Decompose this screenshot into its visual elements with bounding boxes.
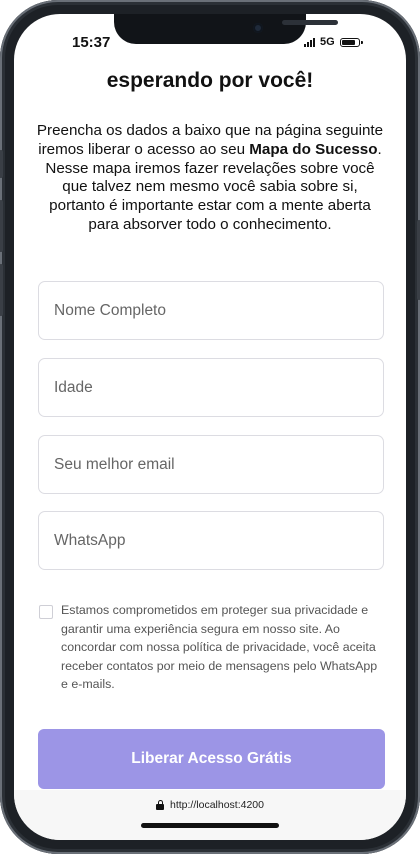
whatsapp-field[interactable]	[38, 511, 384, 570]
signal-icon	[304, 37, 315, 47]
consent-checkbox[interactable]	[39, 605, 53, 619]
lock-icon	[156, 800, 164, 810]
network-label: 5G	[320, 36, 335, 48]
screen: esperando por você! Preencha os dados a …	[14, 14, 406, 840]
email-input[interactable]	[52, 454, 383, 475]
status-time: 15:37	[72, 34, 111, 51]
age-field[interactable]	[38, 358, 384, 417]
email-field[interactable]	[38, 435, 384, 494]
intro-paragraph: Preencha os dados a baixo que na página …	[36, 122, 384, 235]
front-camera	[253, 23, 263, 33]
name-input[interactable]	[52, 300, 383, 321]
url-display[interactable]: http://localhost:4200	[14, 799, 406, 811]
home-indicator[interactable]	[141, 823, 279, 828]
status-indicators: 5G	[304, 36, 363, 48]
name-field[interactable]	[38, 281, 384, 340]
notch	[114, 14, 338, 44]
page-heading: esperando por você!	[106, 69, 314, 92]
whatsapp-input[interactable]	[52, 530, 383, 551]
intro-bold-text: Mapa do Sucesso	[249, 140, 378, 158]
submit-button[interactable]: Liberar Acesso Grátis	[38, 729, 385, 789]
age-input[interactable]	[52, 377, 383, 398]
volume-up-button	[0, 200, 3, 252]
phone-frame: esperando por você! Preencha os dados a …	[0, 0, 420, 854]
browser-url-bar	[14, 790, 406, 840]
consent-text: Estamos comprometidos em proteger sua pr…	[61, 603, 378, 692]
url-text: http://localhost:4200	[170, 799, 264, 811]
silent-switch	[0, 150, 3, 178]
battery-icon	[339, 37, 363, 47]
speaker-grille	[282, 20, 338, 25]
volume-down-button	[0, 264, 3, 316]
